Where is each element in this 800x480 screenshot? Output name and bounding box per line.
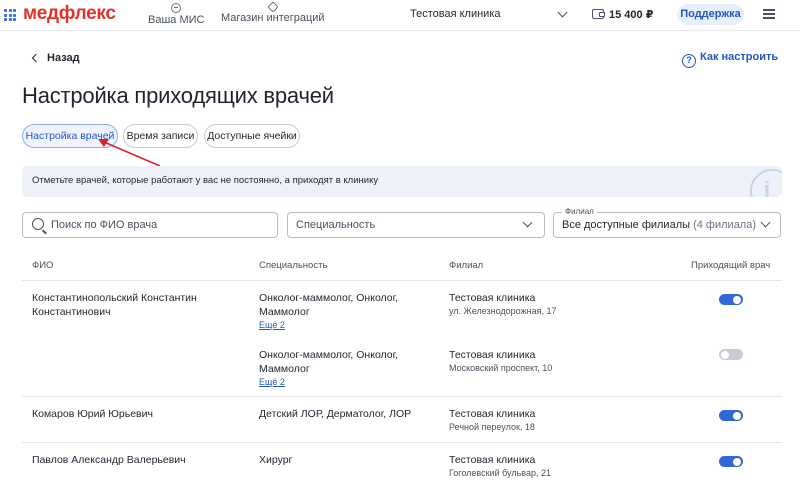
- chevron-down-icon: [760, 217, 771, 228]
- branch-cell: Тестовая клиника ул. Железнодорожная, 17: [449, 291, 556, 318]
- toggle-knob: [733, 457, 741, 466]
- divider: [22, 396, 782, 397]
- specialty-select[interactable]: Специальность: [287, 212, 545, 238]
- branch-address: Гоголевский бульвар, 21: [449, 468, 552, 478]
- branch-value-text: Все доступные филиалы: [562, 219, 691, 231]
- search-field[interactable]: Поиск по ФИО врача: [22, 212, 278, 238]
- search-input[interactable]: Поиск по ФИО врача: [51, 219, 157, 231]
- column-header-specialty: Специальность: [259, 260, 328, 271]
- branch-name: Тестовая клиника: [449, 408, 536, 420]
- info-icon: i: [750, 169, 782, 197]
- incoming-doctor-toggle[interactable]: [719, 410, 743, 421]
- branch-name: Тестовая клиника: [449, 349, 536, 361]
- incoming-doctor-toggle[interactable]: [719, 349, 743, 360]
- more-specialties-link[interactable]: Ещё 2: [259, 376, 429, 388]
- tab-available-slots[interactable]: Доступные ячейки: [204, 124, 300, 148]
- branch-select[interactable]: Филиал Все доступные филиалы (4 филиала): [553, 207, 781, 238]
- help-label: Как настроить: [700, 51, 779, 63]
- support-button[interactable]: Поддержка: [677, 4, 744, 25]
- brand-logo[interactable]: медфлекс: [23, 3, 116, 25]
- specialty-cell: Онколог-маммолог, Онколог, Маммолог Ещё …: [259, 348, 429, 388]
- nav-integrations-store[interactable]: Магазин интеграций: [221, 1, 325, 24]
- specialty-cell: Хирург: [259, 453, 292, 467]
- branch-address: Речной переулок, 18: [449, 422, 535, 432]
- column-header-name: ФИО: [32, 260, 54, 271]
- page-title: Настройка приходящих врачей: [22, 83, 334, 108]
- specialty-cell: Онколог-маммолог, Онколог, Маммолог Ещё …: [259, 291, 429, 331]
- branch-cell: Тестовая клиника Московский проспект, 10: [449, 348, 552, 375]
- chevron-down-icon[interactable]: [557, 7, 568, 18]
- chevron-left-icon: [31, 53, 41, 63]
- nav-label: Магазин интеграций: [221, 12, 325, 24]
- specialty-cell: Детский ЛОР, Дерматолог, ЛОР: [259, 407, 439, 421]
- specialty-text: Хирург: [259, 454, 293, 466]
- back-link[interactable]: Назад: [31, 52, 80, 64]
- branch-cell: Тестовая клиника Речной переулок, 18: [449, 407, 535, 434]
- toggle-knob: [733, 411, 741, 420]
- nav-label: Ваша МИС: [148, 14, 205, 26]
- specialty-text: Онколог-маммолог, Онколог, Маммолог: [259, 292, 399, 318]
- doctor-name: Константинопольский Константин Константи…: [32, 292, 197, 318]
- column-header-incoming: Приходящий врач: [691, 260, 771, 271]
- branch-label: Филиал: [562, 207, 597, 216]
- info-banner: Отметьте врачей, которые работают у вас …: [22, 166, 782, 197]
- branch-value: Все доступные филиалы (4 филиала): [562, 219, 756, 231]
- specialty-text: Детский ЛОР, Дерматолог, ЛОР: [259, 408, 412, 420]
- menu-icon[interactable]: [763, 9, 775, 19]
- question-icon: ?: [682, 54, 696, 68]
- branch-address: Московский проспект, 10: [449, 363, 553, 373]
- chevron-down-icon: [522, 217, 533, 228]
- help-link[interactable]: ? Как настроить: [682, 51, 778, 68]
- branch-address: ул. Железнодорожная, 17: [449, 306, 557, 316]
- specialty-placeholder: Специальность: [296, 219, 376, 231]
- branch-name: Тестовая клиника: [449, 454, 536, 466]
- banner-text: Отметьте врачей, которые работают у вас …: [32, 175, 379, 186]
- toggle-knob: [721, 350, 729, 359]
- nav-your-mis[interactable]: Ваша МИС: [148, 3, 204, 26]
- back-label: Назад: [47, 52, 80, 64]
- balance-amount: 15 400 ₽: [609, 9, 654, 21]
- arrow-circle-icon: [171, 3, 182, 13]
- toggle-knob: [733, 295, 741, 304]
- column-header-branch: Филиал: [449, 260, 484, 271]
- apps-grid-icon[interactable]: [4, 9, 16, 21]
- search-icon: [32, 218, 44, 230]
- more-specialties-link[interactable]: Ещё 2: [259, 319, 429, 331]
- doctor-name: Комаров Юрий Юрьевич: [32, 408, 153, 420]
- top-bar: медфлекс Ваша МИС Магазин интеграций Тес…: [0, 0, 800, 31]
- specialty-text: Онколог-маммолог, Онколог, Маммолог: [259, 349, 399, 375]
- branch-cell: Тестовая клиника Гоголевский бульвар, 21: [449, 453, 551, 480]
- branch-name: Тестовая клиника: [449, 292, 536, 304]
- diamond-icon: [267, 1, 279, 13]
- doctor-name: Павлов Александр Валерьевич: [32, 454, 186, 466]
- branch-count: (4 филиала): [693, 219, 757, 231]
- clinic-selector[interactable]: Тестовая клиника: [410, 8, 501, 20]
- wallet-icon: [592, 9, 605, 19]
- divider: [22, 442, 782, 443]
- divider: [22, 280, 782, 281]
- incoming-doctor-toggle[interactable]: [719, 456, 743, 467]
- incoming-doctor-toggle[interactable]: [719, 294, 743, 305]
